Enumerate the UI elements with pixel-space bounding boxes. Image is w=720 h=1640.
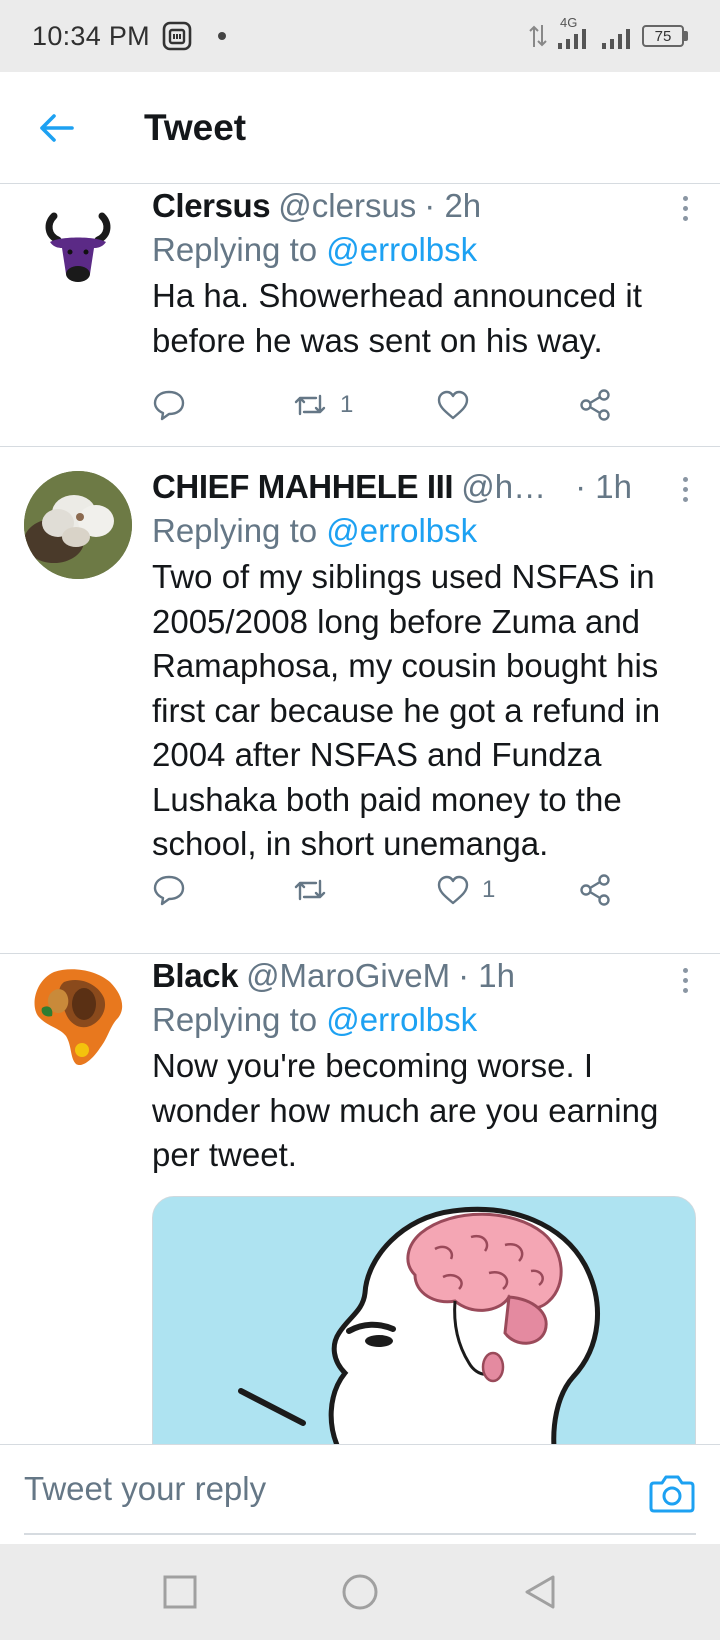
signal-strength-icon-2 (602, 29, 630, 49)
network-type: 4G (556, 15, 592, 51)
author-name[interactable]: Clersus (152, 184, 271, 228)
tweet-text: Ha ha. Showerhead announced it before he… (152, 277, 642, 359)
page-title: Tweet (144, 106, 247, 148)
share-button[interactable] (578, 865, 612, 915)
avatar-clersus[interactable] (24, 190, 132, 298)
back-nav-button[interactable] (518, 1570, 562, 1614)
author-name[interactable]: CHIEF MAHHELE III (152, 465, 454, 509)
tweet-more-button[interactable] (670, 960, 700, 1000)
author-handle[interactable]: @hutt… (461, 465, 555, 509)
mention-link[interactable]: @errolbsk (326, 512, 477, 549)
heart-icon (437, 875, 469, 905)
bull-avatar-icon (45, 212, 111, 282)
reply-composer (0, 1444, 720, 1544)
reply-button[interactable] (152, 380, 186, 430)
app-bar: Tweet (0, 72, 720, 184)
tweet-clersus[interactable]: Clersus @clersus · 2h Replying to @errol… (0, 184, 720, 446)
tweet-actions: 1 (152, 865, 622, 915)
status-bar: 10:34 PM 4G 75 (0, 0, 720, 72)
tweet-black[interactable]: Black @MaroGiveM · 1h Replying to @errol… (0, 954, 720, 1444)
circle-icon (342, 1574, 378, 1610)
replying-to: Replying to @errolbsk (152, 231, 478, 268)
camera-icon (649, 1475, 695, 1513)
share-icon (580, 389, 610, 421)
triangle-back-icon (525, 1575, 555, 1609)
avatar-chief-mahhele[interactable] (24, 471, 132, 579)
retweet-icon (294, 879, 326, 901)
tweet-timestamp: · 2h (424, 187, 482, 224)
reply-icon (153, 390, 185, 421)
camera-button[interactable] (648, 1471, 696, 1515)
reply-icon (153, 875, 185, 906)
mention-link[interactable]: @errolbsk (326, 1001, 477, 1038)
replying-to: Replying to @errolbsk (152, 1001, 478, 1038)
tweet-more-button[interactable] (670, 188, 700, 228)
retweet-button[interactable] (292, 865, 340, 915)
tweet-chief-mahhele[interactable]: CHIEF MAHHELE III @hutt… · 1h Replying t… (0, 447, 720, 937)
app-notification-icon (162, 21, 192, 51)
mention-link[interactable]: @errolbsk (326, 231, 477, 268)
battery-icon: 75 (642, 25, 688, 47)
profile-photo-icon (24, 471, 132, 579)
heart-icon (437, 390, 469, 420)
tweet-text: Now you're becoming worse. I wonder how … (152, 1047, 659, 1173)
avatar-black[interactable] (24, 964, 132, 1072)
retweet-icon (294, 394, 326, 416)
square-icon (163, 1575, 197, 1609)
tweet-timestamp: · 1h (458, 957, 515, 994)
share-icon (580, 874, 610, 906)
tweet-reply-input[interactable] (24, 1445, 696, 1535)
retweet-button[interactable]: 1 (292, 380, 353, 430)
status-time: 10:34 PM (32, 20, 150, 51)
retweet-count: 1 (340, 391, 354, 418)
author-name[interactable]: Black (152, 954, 238, 998)
africa-art-avatar-icon (34, 969, 123, 1066)
author-handle[interactable]: @clersus (278, 184, 416, 228)
like-button[interactable] (436, 380, 482, 430)
recents-button[interactable] (158, 1570, 202, 1614)
tweet-actions: 1 (152, 380, 622, 430)
home-button[interactable] (338, 1570, 382, 1614)
arrow-left-icon (40, 113, 74, 142)
system-navigation-bar (0, 1544, 720, 1640)
share-button[interactable] (578, 380, 612, 430)
brain-illustration (153, 1197, 695, 1444)
back-button[interactable] (0, 72, 112, 184)
reply-button[interactable] (152, 865, 186, 915)
author-handle[interactable]: @MaroGiveM (246, 954, 450, 998)
signal-strength-icon-1 (558, 29, 586, 49)
tweet-more-button[interactable] (670, 469, 700, 509)
tweet-timestamp: · 1h (575, 468, 632, 505)
notification-dot-icon (217, 32, 226, 40)
replying-to: Replying to @errolbsk (152, 512, 478, 549)
like-button[interactable]: 1 (436, 865, 495, 915)
tweet-text: Two of my siblings used NSFAS in 2005/20… (152, 558, 661, 862)
data-transfer-icon (529, 25, 547, 47)
battery-level: 75 (642, 25, 684, 47)
like-count: 1 (482, 876, 496, 903)
replies-list[interactable]: Clersus @clersus · 2h Replying to @errol… (0, 184, 720, 1444)
tweet-media-image[interactable] (152, 1196, 696, 1444)
